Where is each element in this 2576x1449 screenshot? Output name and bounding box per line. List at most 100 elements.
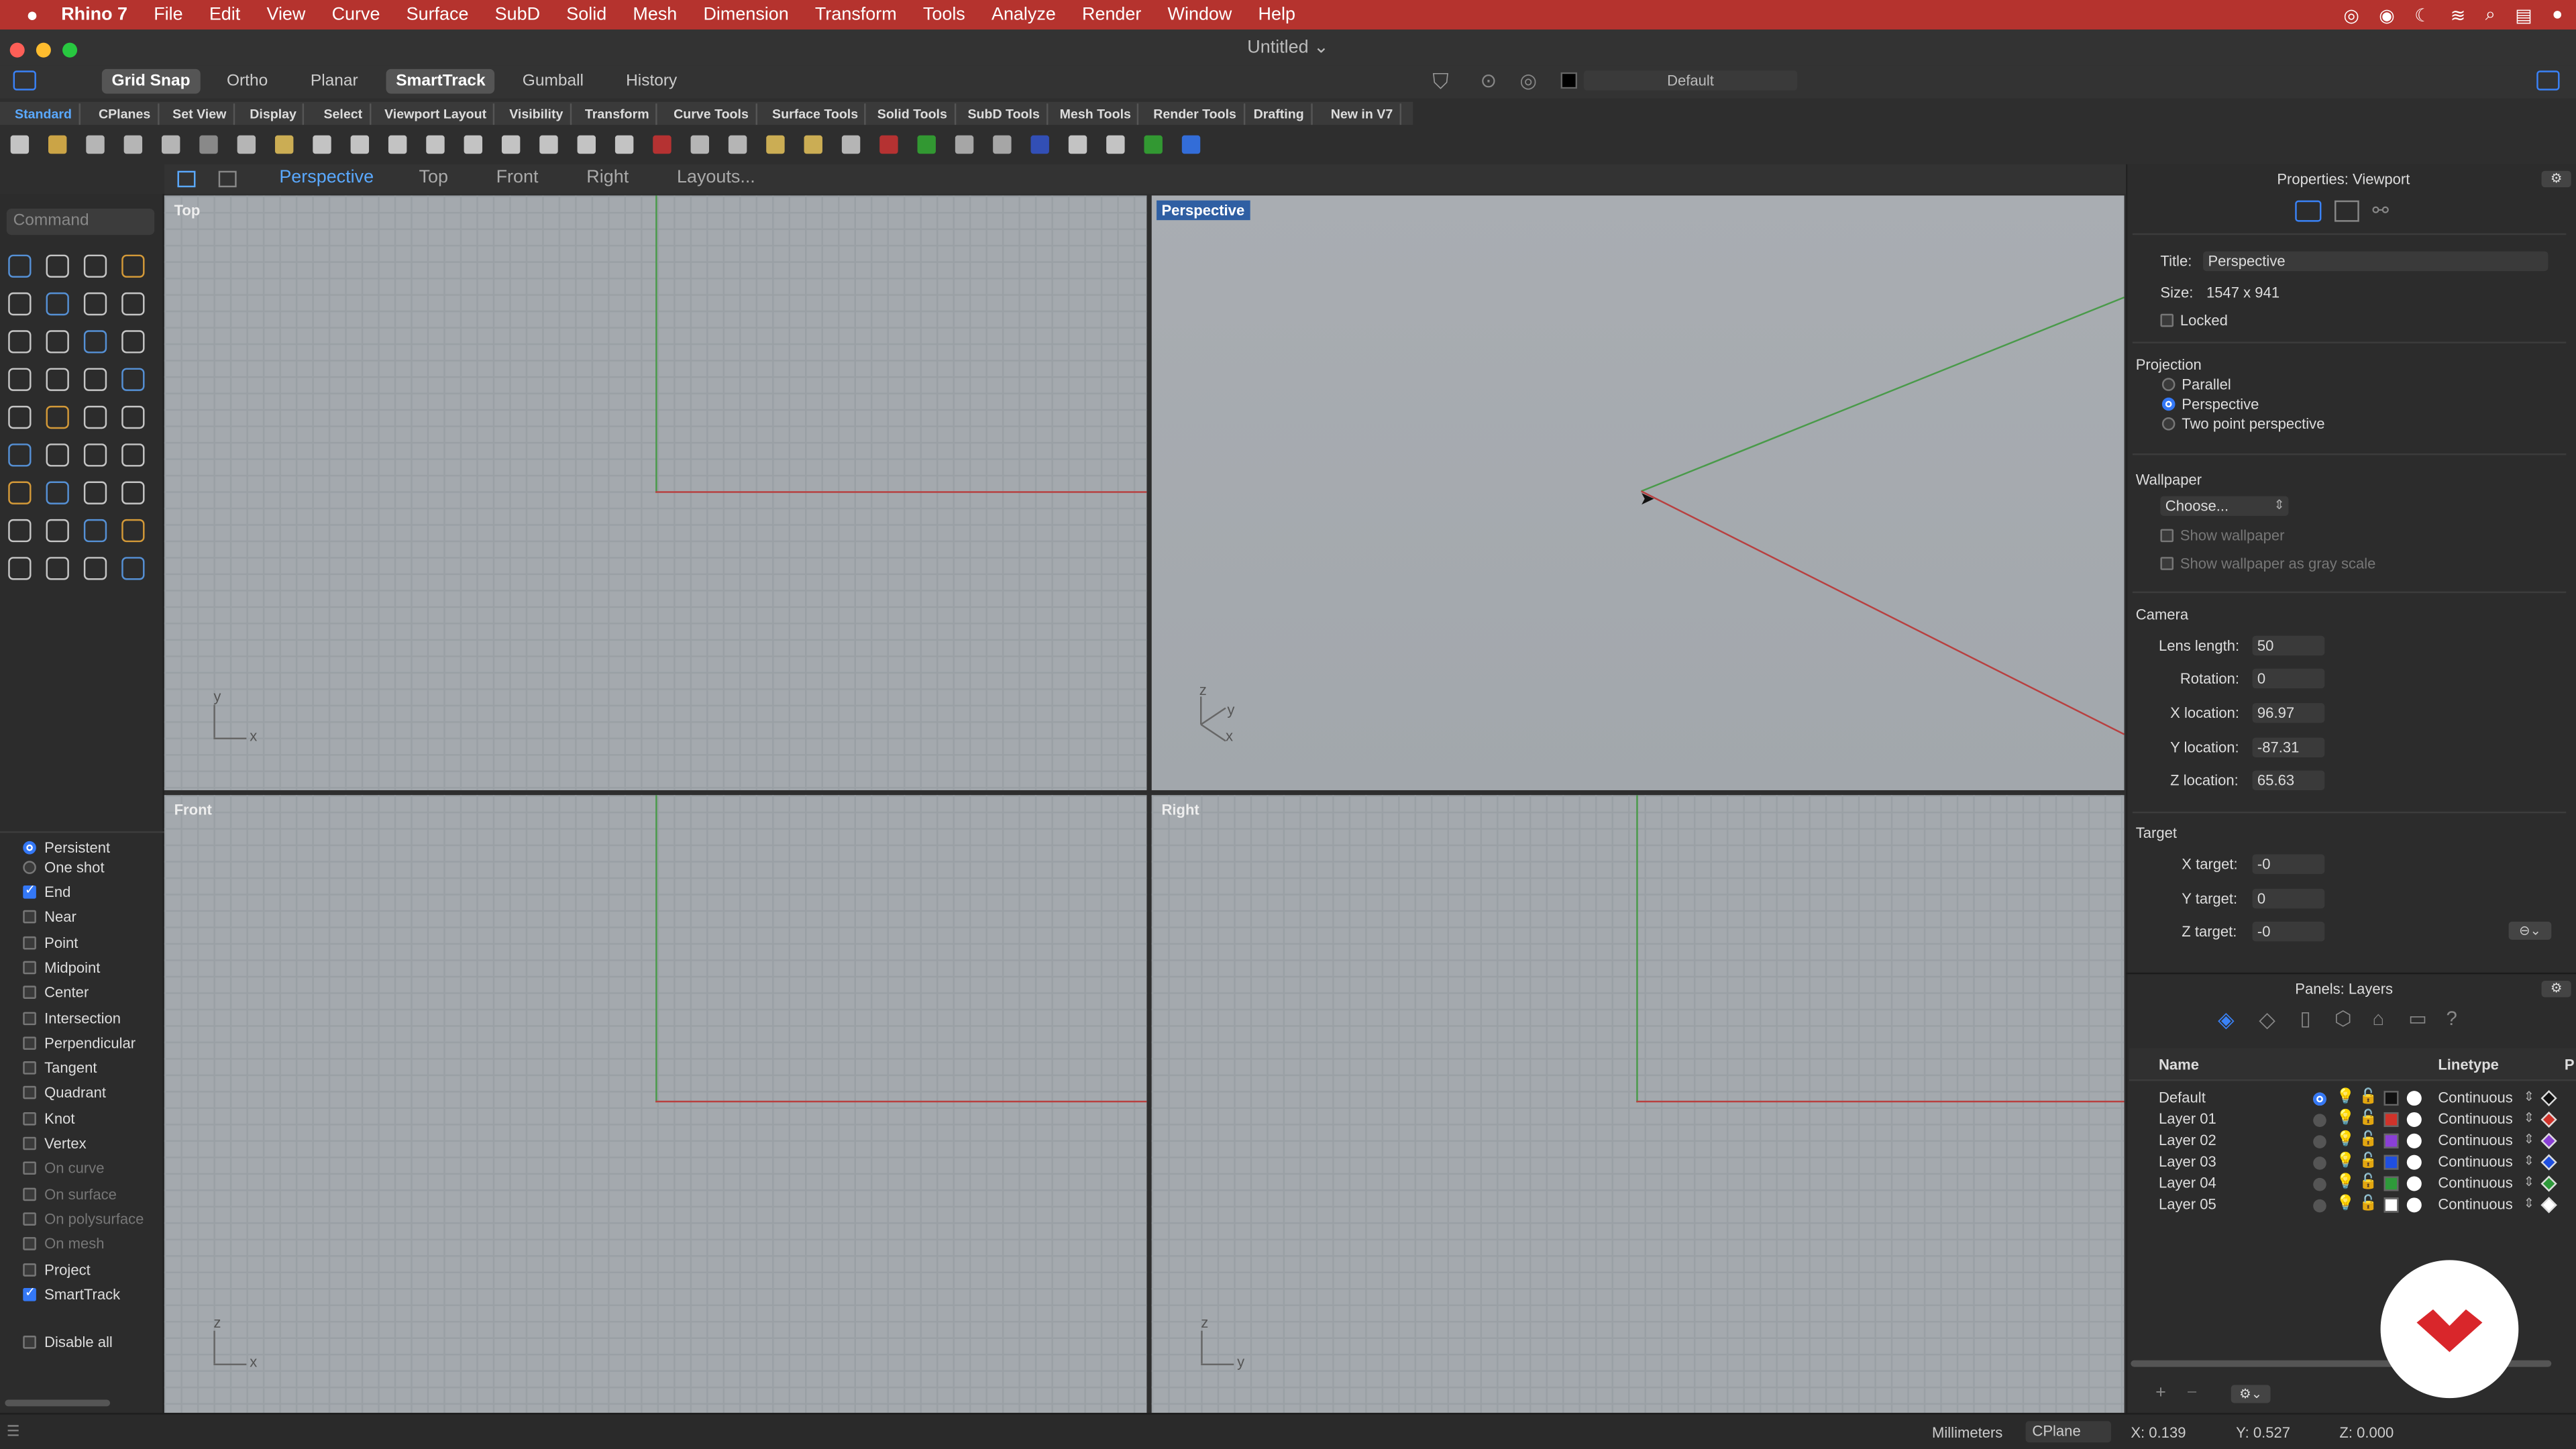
viewport-title-top[interactable]: Top <box>169 201 205 220</box>
tab-mesh-tools[interactable]: Mesh Tools <box>1053 103 1140 125</box>
sphere-icon[interactable] <box>955 135 974 154</box>
viewport-top[interactable]: y x Top <box>164 195 1147 790</box>
left-panel-scrollbar[interactable] <box>5 1399 111 1407</box>
copy-icon[interactable] <box>237 135 256 154</box>
linetype-value[interactable]: Continuous <box>2438 1111 2513 1127</box>
y-target-field[interactable]: 0 <box>2252 888 2325 909</box>
print-icon[interactable] <box>123 135 143 154</box>
osnap-perpendicular[interactable]: Perpendicular <box>23 1033 136 1053</box>
current-layer-indicator[interactable] <box>2313 1092 2326 1106</box>
ortho-toggle[interactable]: Ortho <box>217 69 278 94</box>
camera-icon[interactable] <box>2295 200 2322 222</box>
help-icon[interactable] <box>1181 135 1201 154</box>
polygon-tool-icon[interactable] <box>121 330 145 354</box>
ellipse-tool-icon[interactable] <box>46 292 69 316</box>
link-icon[interactable]: ⚯ <box>2372 199 2389 221</box>
layer-color-swatch[interactable] <box>2383 1112 2399 1128</box>
print-color-icon[interactable] <box>2540 1111 2557 1128</box>
gumball-toggle[interactable]: Gumball <box>513 69 594 94</box>
display-tab-icon[interactable]: ◇ <box>2259 1007 2275 1033</box>
sweep-tool-icon[interactable] <box>83 443 107 467</box>
object-tab-icon[interactable]: ⬡ <box>2334 1007 2352 1030</box>
layer-name[interactable]: Default <box>2159 1089 2206 1106</box>
linetype-value[interactable]: Continuous <box>2438 1089 2513 1106</box>
copy-tool-icon[interactable] <box>83 481 107 504</box>
curve-tool-icon[interactable] <box>121 292 145 316</box>
menu-app-name[interactable]: Rhino 7 <box>52 5 141 24</box>
unlock-icon[interactable]: 🔓 <box>2359 1194 2377 1212</box>
viewport-right[interactable]: z y Right <box>1151 795 2125 1413</box>
zoom-icon[interactable] <box>388 135 407 154</box>
zoom-extents-icon[interactable] <box>501 135 521 154</box>
layer-row[interactable]: Layer 05 💡 🔓 Continuous ⇕ <box>2159 1194 2569 1216</box>
menu-solid[interactable]: Solid <box>553 5 620 24</box>
projection-two-point-radio[interactable]: Two point perspective <box>2161 416 2324 432</box>
window-title[interactable]: Untitled ⌄ <box>0 36 2576 57</box>
osnap-midpoint[interactable]: Midpoint <box>23 957 100 977</box>
target-pick-icon[interactable]: ⊖⌄ <box>2508 921 2552 940</box>
viewport-title-front[interactable]: Front <box>169 800 217 820</box>
remove-layer-icon[interactable]: − <box>2187 1383 2198 1403</box>
tab-standard[interactable]: Standard <box>8 103 80 125</box>
linetype-column-header[interactable]: Linetype <box>2438 1057 2499 1073</box>
select-tool-icon[interactable] <box>8 254 32 278</box>
point-tool-icon[interactable] <box>46 254 69 278</box>
layers-options-gear-icon[interactable]: ⚙ <box>2541 981 2571 998</box>
layer-color-swatch[interactable] <box>2383 1133 2399 1148</box>
check-tool-icon[interactable] <box>46 557 69 580</box>
projection-perspective-radio[interactable]: Perspective <box>2161 396 2259 413</box>
snap-icon[interactable] <box>1106 135 1125 154</box>
blend-tool-icon[interactable] <box>46 443 69 467</box>
light-bulb-icon[interactable]: 💡 <box>2336 1194 2354 1212</box>
tab-solid-tools[interactable]: Solid Tools <box>871 103 956 125</box>
tab-new-in-v7[interactable]: New in V7 <box>1324 103 1401 125</box>
add-layer-icon[interactable]: + <box>2155 1383 2166 1403</box>
osnap-one-shot[interactable]: One shot <box>23 857 105 877</box>
menu-edit[interactable]: Edit <box>196 5 254 24</box>
unlock-icon[interactable]: 🔓 <box>2359 1109 2377 1127</box>
light-bulb-icon[interactable]: 💡 <box>2336 1109 2354 1127</box>
planar-toggle[interactable]: Planar <box>301 69 368 94</box>
texture-icon[interactable] <box>1030 135 1049 154</box>
sync-icon[interactable]: ◉ <box>2379 4 2395 25</box>
dimension-tool-icon[interactable] <box>83 557 107 580</box>
print-color-icon[interactable] <box>2540 1154 2557 1171</box>
wallpaper-choose-dropdown[interactable]: Choose... <box>2160 496 2289 516</box>
menu-file[interactable]: File <box>141 5 197 24</box>
tab-drafting[interactable]: Drafting <box>1247 103 1312 125</box>
osnap-on-mesh[interactable]: On mesh <box>23 1234 105 1254</box>
monitor-tab-icon[interactable]: ▭ <box>2408 1007 2427 1030</box>
osnap-project[interactable]: Project <box>23 1259 91 1279</box>
siri-icon[interactable]: ● <box>2552 5 2563 24</box>
viewport-perspective[interactable]: z y x ➤ Perspective <box>1151 195 2125 790</box>
rotate-icon[interactable] <box>426 135 445 154</box>
light-bulb-icon[interactable]: 💡 <box>2336 1130 2354 1148</box>
tab-layouts[interactable]: Layouts... <box>677 168 755 187</box>
material-icon[interactable] <box>2406 1133 2422 1148</box>
layer-color-swatch[interactable] <box>1560 72 1578 89</box>
single-view-layout-icon[interactable] <box>218 170 237 188</box>
osnap-knot[interactable]: Knot <box>23 1108 74 1128</box>
osnap-center[interactable]: Center <box>23 983 89 1002</box>
offset-tool-icon[interactable] <box>83 405 107 429</box>
viewport-title-perspective[interactable]: Perspective <box>1157 200 1250 221</box>
panel-splitter[interactable] <box>2126 972 2576 975</box>
sidebar-toggle-icon[interactable] <box>13 70 36 91</box>
control-center-icon[interactable]: ▤ <box>2515 4 2532 25</box>
loft-tool-icon[interactable] <box>121 443 145 467</box>
boolean-tool-icon[interactable] <box>8 443 32 467</box>
unlock-icon[interactable]: 🔓 <box>2359 1087 2377 1106</box>
menu-help[interactable]: Help <box>1245 5 1309 24</box>
title-field[interactable]: Perspective <box>2203 251 2548 272</box>
tab-viewport-layout[interactable]: Viewport Layout <box>378 103 495 125</box>
rotate-tool-icon[interactable] <box>121 481 145 504</box>
circle-tool-icon[interactable] <box>8 292 32 316</box>
osnap-on-curve[interactable]: On curve <box>23 1159 105 1178</box>
open-icon[interactable] <box>48 135 67 154</box>
properties-icon[interactable] <box>161 135 180 154</box>
draft-tool-icon[interactable] <box>8 557 32 580</box>
arc-tool-icon[interactable] <box>83 292 107 316</box>
text-tool-icon[interactable] <box>8 481 32 504</box>
tab-select[interactable]: Select <box>317 103 371 125</box>
print-color-icon[interactable] <box>2540 1132 2557 1149</box>
